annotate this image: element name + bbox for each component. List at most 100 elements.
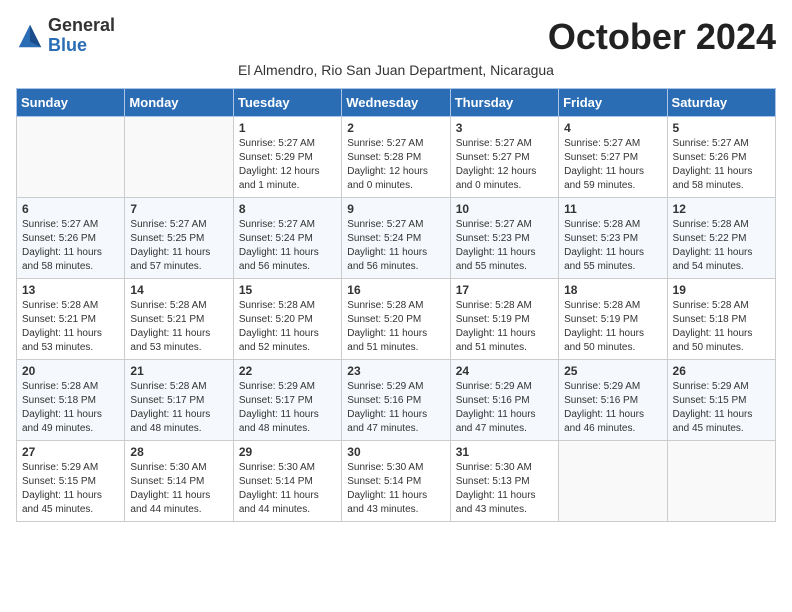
cell-info: Sunrise: 5:28 AM Sunset: 5:18 PM Dayligh… <box>22 380 119 436</box>
day-number: 5 <box>673 121 770 135</box>
cell-info: Sunrise: 5:27 AM Sunset: 5:24 PM Dayligh… <box>239 218 336 274</box>
cell-info: Sunrise: 5:27 AM Sunset: 5:28 PM Dayligh… <box>347 137 444 193</box>
col-header-wednesday: Wednesday <box>342 89 450 117</box>
calendar-cell <box>17 117 125 198</box>
month-title: October 2024 <box>548 16 776 58</box>
day-number: 15 <box>239 283 336 297</box>
day-number: 20 <box>22 364 119 378</box>
day-number: 22 <box>239 364 336 378</box>
calendar-cell: 27 Sunrise: 5:29 AM Sunset: 5:15 PM Dayli… <box>17 441 125 522</box>
cell-info: Sunrise: 5:27 AM Sunset: 5:27 PM Dayligh… <box>564 137 661 193</box>
day-number: 17 <box>456 283 553 297</box>
day-number: 27 <box>22 445 119 459</box>
cell-info: Sunrise: 5:29 AM Sunset: 5:15 PM Dayligh… <box>673 380 770 436</box>
cell-info: Sunrise: 5:27 AM Sunset: 5:26 PM Dayligh… <box>22 218 119 274</box>
day-number: 28 <box>130 445 227 459</box>
calendar-cell: 10Sunrise: 5:27 AM Sunset: 5:23 PM Dayli… <box>450 198 558 279</box>
calendar-cell: 22 Sunrise: 5:29 AM Sunset: 5:17 PM Dayli… <box>233 360 341 441</box>
cell-info: Sunrise: 5:27 AM Sunset: 5:24 PM Dayligh… <box>347 218 444 274</box>
day-number: 10 <box>456 202 553 216</box>
cell-info: Sunrise: 5:28 AM Sunset: 5:18 PM Dayligh… <box>673 299 770 355</box>
cell-info: Sunrise: 5:29 AM Sunset: 5:16 PM Dayligh… <box>564 380 661 436</box>
location-subtitle: El Almendro, Rio San Juan Department, Ni… <box>16 62 776 78</box>
logo-blue-text: Blue <box>48 35 87 55</box>
col-header-tuesday: Tuesday <box>233 89 341 117</box>
calendar-cell: 19 Sunrise: 5:28 AM Sunset: 5:18 PM Dayli… <box>667 279 775 360</box>
calendar-cell: 18 Sunrise: 5:28 AM Sunset: 5:19 PM Dayli… <box>559 279 667 360</box>
calendar-cell: 31 Sunrise: 5:30 AM Sunset: 5:13 PM Dayli… <box>450 441 558 522</box>
calendar-cell: 16Sunrise: 5:28 AM Sunset: 5:20 PM Dayli… <box>342 279 450 360</box>
col-header-friday: Friday <box>559 89 667 117</box>
calendar-cell: 1Sunrise: 5:27 AM Sunset: 5:29 PM Daylig… <box>233 117 341 198</box>
calendar-cell <box>559 441 667 522</box>
cell-info: Sunrise: 5:27 AM Sunset: 5:27 PM Dayligh… <box>456 137 553 193</box>
calendar-cell: 17Sunrise: 5:28 AM Sunset: 5:19 PM Dayli… <box>450 279 558 360</box>
calendar-cell: 11 Sunrise: 5:28 AM Sunset: 5:23 PM Dayli… <box>559 198 667 279</box>
day-number: 29 <box>239 445 336 459</box>
calendar-cell: 15 Sunrise: 5:28 AM Sunset: 5:20 PM Dayli… <box>233 279 341 360</box>
calendar-cell: 14 Sunrise: 5:28 AM Sunset: 5:21 PM Dayli… <box>125 279 233 360</box>
day-number: 31 <box>456 445 553 459</box>
day-number: 26 <box>673 364 770 378</box>
day-number: 14 <box>130 283 227 297</box>
calendar-cell: 23Sunrise: 5:29 AM Sunset: 5:16 PM Dayli… <box>342 360 450 441</box>
calendar-cell: 25 Sunrise: 5:29 AM Sunset: 5:16 PM Dayli… <box>559 360 667 441</box>
col-header-saturday: Saturday <box>667 89 775 117</box>
cell-info: Sunrise: 5:30 AM Sunset: 5:14 PM Dayligh… <box>130 461 227 517</box>
cell-info: Sunrise: 5:28 AM Sunset: 5:20 PM Dayligh… <box>347 299 444 355</box>
week-row-5: 27 Sunrise: 5:29 AM Sunset: 5:15 PM Dayli… <box>17 441 776 522</box>
calendar-cell: 2 Sunrise: 5:27 AM Sunset: 5:28 PM Daylig… <box>342 117 450 198</box>
header-row: SundayMondayTuesdayWednesdayThursdayFrid… <box>17 89 776 117</box>
cell-info: Sunrise: 5:30 AM Sunset: 5:14 PM Dayligh… <box>239 461 336 517</box>
cell-info: Sunrise: 5:27 AM Sunset: 5:25 PM Dayligh… <box>130 218 227 274</box>
cell-info: Sunrise: 5:28 AM Sunset: 5:19 PM Dayligh… <box>564 299 661 355</box>
day-number: 24 <box>456 364 553 378</box>
day-number: 18 <box>564 283 661 297</box>
cell-info: Sunrise: 5:28 AM Sunset: 5:21 PM Dayligh… <box>130 299 227 355</box>
calendar-cell: 8Sunrise: 5:27 AM Sunset: 5:24 PM Daylig… <box>233 198 341 279</box>
logo: General Blue <box>16 16 115 56</box>
calendar-table: SundayMondayTuesdayWednesdayThursdayFrid… <box>16 88 776 522</box>
day-number: 13 <box>22 283 119 297</box>
cell-info: Sunrise: 5:29 AM Sunset: 5:17 PM Dayligh… <box>239 380 336 436</box>
day-number: 9 <box>347 202 444 216</box>
calendar-cell: 3 Sunrise: 5:27 AM Sunset: 5:27 PM Daylig… <box>450 117 558 198</box>
cell-info: Sunrise: 5:30 AM Sunset: 5:14 PM Dayligh… <box>347 461 444 517</box>
day-number: 25 <box>564 364 661 378</box>
week-row-4: 20 Sunrise: 5:28 AM Sunset: 5:18 PM Dayli… <box>17 360 776 441</box>
day-number: 1 <box>239 121 336 135</box>
calendar-cell: 4Sunrise: 5:27 AM Sunset: 5:27 PM Daylig… <box>559 117 667 198</box>
calendar-cell: 20 Sunrise: 5:28 AM Sunset: 5:18 PM Dayli… <box>17 360 125 441</box>
logo-general-text: General <box>48 15 115 35</box>
calendar-cell: 21 Sunrise: 5:28 AM Sunset: 5:17 PM Dayli… <box>125 360 233 441</box>
day-number: 2 <box>347 121 444 135</box>
calendar-cell: 24Sunrise: 5:29 AM Sunset: 5:16 PM Dayli… <box>450 360 558 441</box>
cell-info: Sunrise: 5:28 AM Sunset: 5:20 PM Dayligh… <box>239 299 336 355</box>
cell-info: Sunrise: 5:28 AM Sunset: 5:21 PM Dayligh… <box>22 299 119 355</box>
calendar-cell: 7 Sunrise: 5:27 AM Sunset: 5:25 PM Daylig… <box>125 198 233 279</box>
calendar-cell: 13 Sunrise: 5:28 AM Sunset: 5:21 PM Dayli… <box>17 279 125 360</box>
calendar-cell: 6Sunrise: 5:27 AM Sunset: 5:26 PM Daylig… <box>17 198 125 279</box>
cell-info: Sunrise: 5:28 AM Sunset: 5:23 PM Dayligh… <box>564 218 661 274</box>
calendar-cell: 28 Sunrise: 5:30 AM Sunset: 5:14 PM Dayli… <box>125 441 233 522</box>
calendar-cell: 26 Sunrise: 5:29 AM Sunset: 5:15 PM Dayli… <box>667 360 775 441</box>
logo-icon <box>16 22 44 50</box>
day-number: 23 <box>347 364 444 378</box>
page-header: General Blue October 2024 <box>16 16 776 58</box>
cell-info: Sunrise: 5:29 AM Sunset: 5:15 PM Dayligh… <box>22 461 119 517</box>
cell-info: Sunrise: 5:28 AM Sunset: 5:17 PM Dayligh… <box>130 380 227 436</box>
week-row-1: 1Sunrise: 5:27 AM Sunset: 5:29 PM Daylig… <box>17 117 776 198</box>
cell-info: Sunrise: 5:27 AM Sunset: 5:26 PM Dayligh… <box>673 137 770 193</box>
day-number: 11 <box>564 202 661 216</box>
col-header-thursday: Thursday <box>450 89 558 117</box>
day-number: 12 <box>673 202 770 216</box>
day-number: 3 <box>456 121 553 135</box>
cell-info: Sunrise: 5:30 AM Sunset: 5:13 PM Dayligh… <box>456 461 553 517</box>
calendar-cell <box>667 441 775 522</box>
col-header-sunday: Sunday <box>17 89 125 117</box>
calendar-cell: 9 Sunrise: 5:27 AM Sunset: 5:24 PM Daylig… <box>342 198 450 279</box>
day-number: 7 <box>130 202 227 216</box>
calendar-cell <box>125 117 233 198</box>
day-number: 21 <box>130 364 227 378</box>
day-number: 19 <box>673 283 770 297</box>
